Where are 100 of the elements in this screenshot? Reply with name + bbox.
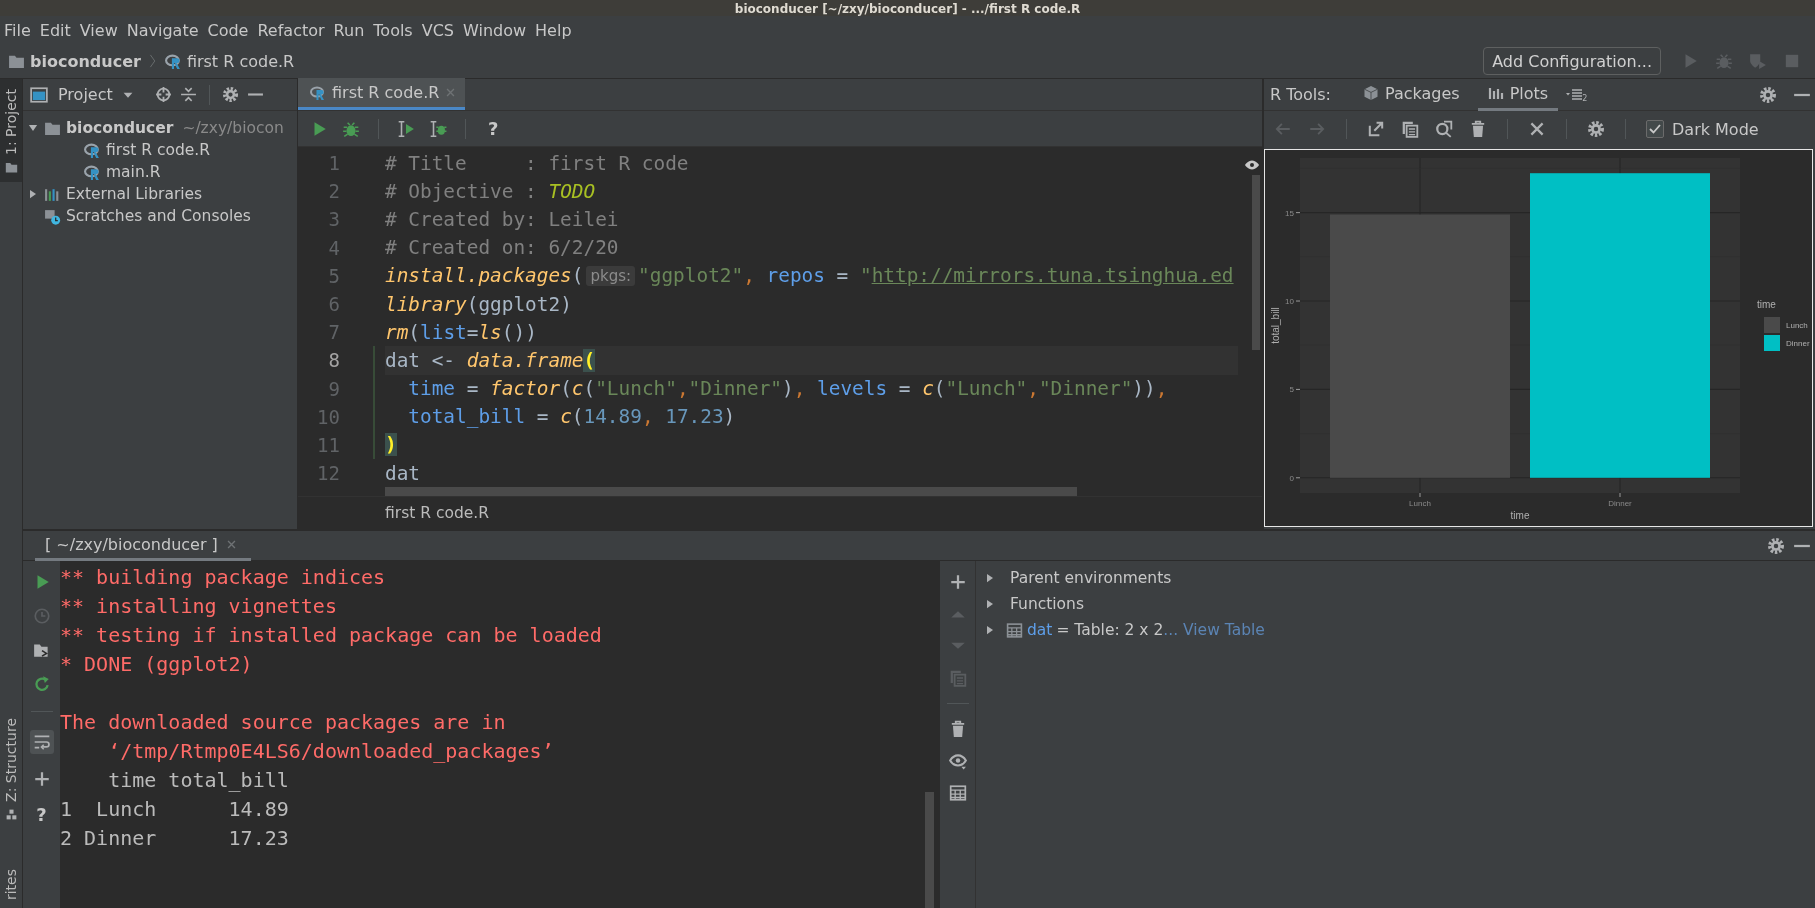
menu-item[interactable]: Navigate [124, 20, 206, 40]
side-tab[interactable]: Z: Structure [0, 708, 22, 829]
settings-icon[interactable] [1587, 120, 1605, 138]
settings-icon[interactable] [1759, 85, 1777, 104]
code-line: rm(list=ls()) [385, 319, 538, 346]
settings-icon[interactable] [1767, 536, 1785, 555]
cube-icon [1363, 85, 1379, 101]
scrollbar-thumb[interactable] [385, 487, 1077, 496]
close-icon[interactable] [1528, 120, 1546, 138]
code-line: # Title : first R code [385, 150, 690, 177]
add-configuration-button[interactable]: Add Configuration... [1483, 47, 1661, 75]
line-number: 8 [327, 349, 340, 372]
structure-icon [4, 807, 18, 821]
console-line: * DONE (ggplot2) [60, 651, 254, 678]
code-line: total_bill = c(14.89, 17.23) [407, 404, 737, 431]
legend-label: Dinner [1786, 339, 1810, 348]
tree-item[interactable]: first R code.R [106, 141, 210, 159]
dark-mode-checkbox[interactable] [1646, 120, 1664, 138]
menu-item[interactable]: View [77, 20, 125, 40]
tick-label: Dinner [1608, 499, 1632, 508]
window-clock-icon [44, 207, 61, 225]
menu-item[interactable]: Tools [371, 20, 420, 40]
breadcrumb-item[interactable]: first R code.R [385, 504, 489, 522]
window-icon [30, 85, 48, 104]
console-line: ** testing if installed package can be loaded [60, 622, 603, 649]
console-line: ** building package indices [60, 564, 387, 591]
side-tab[interactable]: rites [0, 858, 22, 908]
folder-arrow-icon[interactable] [32, 641, 51, 659]
scrollbar-thumb[interactable] [1252, 175, 1260, 350]
console-line: ‘/tmp/Rtmp0E4LS6/downloaded_packages’ [107, 738, 555, 765]
panel-title: R Tools: [1270, 85, 1331, 104]
panel-title[interactable]: Project [58, 85, 113, 104]
side-tab[interactable]: 1: Project [0, 79, 22, 182]
line-number: 11 [316, 433, 340, 456]
table-icon[interactable] [948, 784, 967, 802]
crosshair-icon[interactable] [154, 86, 172, 103]
line-number: 7 [327, 321, 340, 344]
tree-item[interactable]: Scratches and Consoles [66, 207, 251, 225]
tree-item[interactable]: Parent environments [1010, 569, 1172, 587]
tree-item[interactable]: main.R [106, 163, 161, 181]
menu-item[interactable]: Code [205, 20, 256, 40]
console-line: 1 Lunch 14.89 [60, 796, 290, 823]
magnifier-icon[interactable] [1435, 120, 1453, 138]
legend-title: time [1757, 299, 1776, 310]
plus-icon[interactable] [948, 573, 967, 591]
folder-icon [4, 161, 18, 174]
rerun-icon[interactable] [32, 675, 51, 693]
menu-item[interactable]: Refactor [255, 20, 332, 40]
menu-item[interactable]: File [2, 20, 38, 40]
console-line: The downloaded source packages are in [60, 709, 507, 736]
export-icon[interactable] [1367, 120, 1385, 138]
variable-value: = Table: 2 x 2 [1056, 621, 1164, 639]
tool-tab[interactable]: Plots [1477, 78, 1559, 111]
plus-icon[interactable] [32, 770, 51, 788]
menu-item[interactable]: Window [461, 20, 534, 40]
help-button[interactable]: ? [484, 118, 503, 139]
plot-history-button[interactable]: 2 [1566, 86, 1588, 103]
help-button[interactable]: ? [32, 804, 51, 825]
eye-icon[interactable] [948, 752, 967, 770]
menu-item[interactable]: Help [533, 20, 579, 40]
axis-title: time [1510, 510, 1530, 521]
tick-label: 10 [1285, 297, 1294, 306]
table-icon [1006, 621, 1023, 639]
console-line: ** installing vignettes [60, 593, 338, 620]
legend-label: Lunch [1786, 321, 1808, 330]
menu-item[interactable]: Edit [37, 20, 78, 40]
menu-item[interactable]: Run [331, 20, 372, 40]
menu-item[interactable]: VCS [419, 20, 461, 40]
scrollbar-thumb[interactable] [925, 792, 934, 908]
tool-tab[interactable]: Packages [1353, 78, 1470, 111]
tick-label: 5 [1289, 385, 1294, 395]
tree-item[interactable]: bioconducer [66, 119, 174, 137]
line-number: 1 [327, 152, 340, 175]
tree-item[interactable]: Functions [1010, 595, 1084, 613]
variable-name[interactable]: dat [1027, 621, 1053, 639]
line-number: 6 [327, 293, 340, 316]
editor-tab[interactable]: first R code.R [298, 78, 466, 110]
r-file-icon [164, 52, 182, 70]
checkbox-label[interactable]: Dark Mode [1672, 119, 1759, 139]
trash-icon[interactable] [1469, 120, 1487, 138]
settings-icon[interactable] [221, 86, 239, 103]
path-hint: ~/zxy/biocon [182, 119, 284, 137]
line-number: 12 [316, 462, 340, 485]
cursor-bug-icon[interactable] [429, 119, 447, 138]
code-line: time = factor(c("Lunch","Dinner"), levels = c("Lunch","Dinner")), [407, 376, 1169, 403]
code-line: # Created by: Leilei [385, 206, 620, 233]
collapse-all-icon[interactable] [179, 86, 197, 103]
list-icon [1566, 86, 1583, 103]
breadcrumb-item[interactable]: bioconducer [30, 51, 141, 71]
code-line: dat [385, 460, 422, 487]
tree-item[interactable]: External Libraries [66, 185, 203, 203]
cursor-play-icon[interactable] [397, 119, 415, 138]
bar-chart-icon [1487, 85, 1504, 101]
r-file-icon [310, 84, 326, 101]
breadcrumb-item[interactable]: first R code.R [186, 51, 295, 71]
copy-icon[interactable] [1401, 120, 1419, 138]
line-number: 10 [316, 405, 340, 428]
line-number: 2 [327, 180, 340, 203]
line-number: 5 [327, 264, 340, 287]
code-line: # Created on: 6/2/20 [385, 235, 620, 262]
